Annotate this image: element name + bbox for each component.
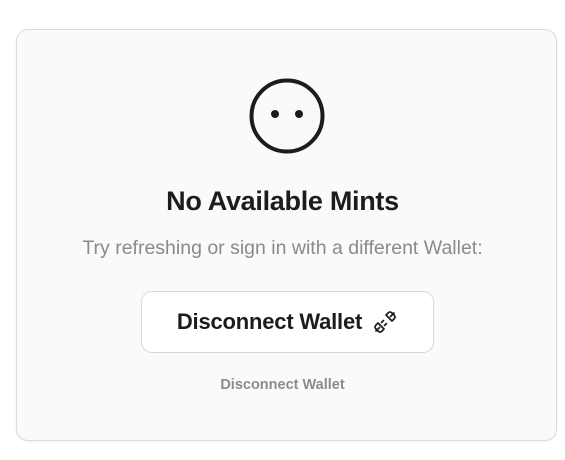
disconnect-wallet-button-label: Disconnect Wallet: [176, 309, 363, 334]
disconnect-wallet-link[interactable]: Disconnect Wallet: [0, 377, 565, 393]
neutral-face-icon: [248, 77, 326, 155]
empty-state-title: No Available Mints: [166, 186, 399, 216]
disconnect-wallet-button[interactable]: Disconnect Wallet: [141, 291, 434, 353]
empty-state-subtitle: Try refreshing or sign in with a differe…: [82, 237, 483, 259]
plug-disconnect-icon: [372, 309, 398, 335]
